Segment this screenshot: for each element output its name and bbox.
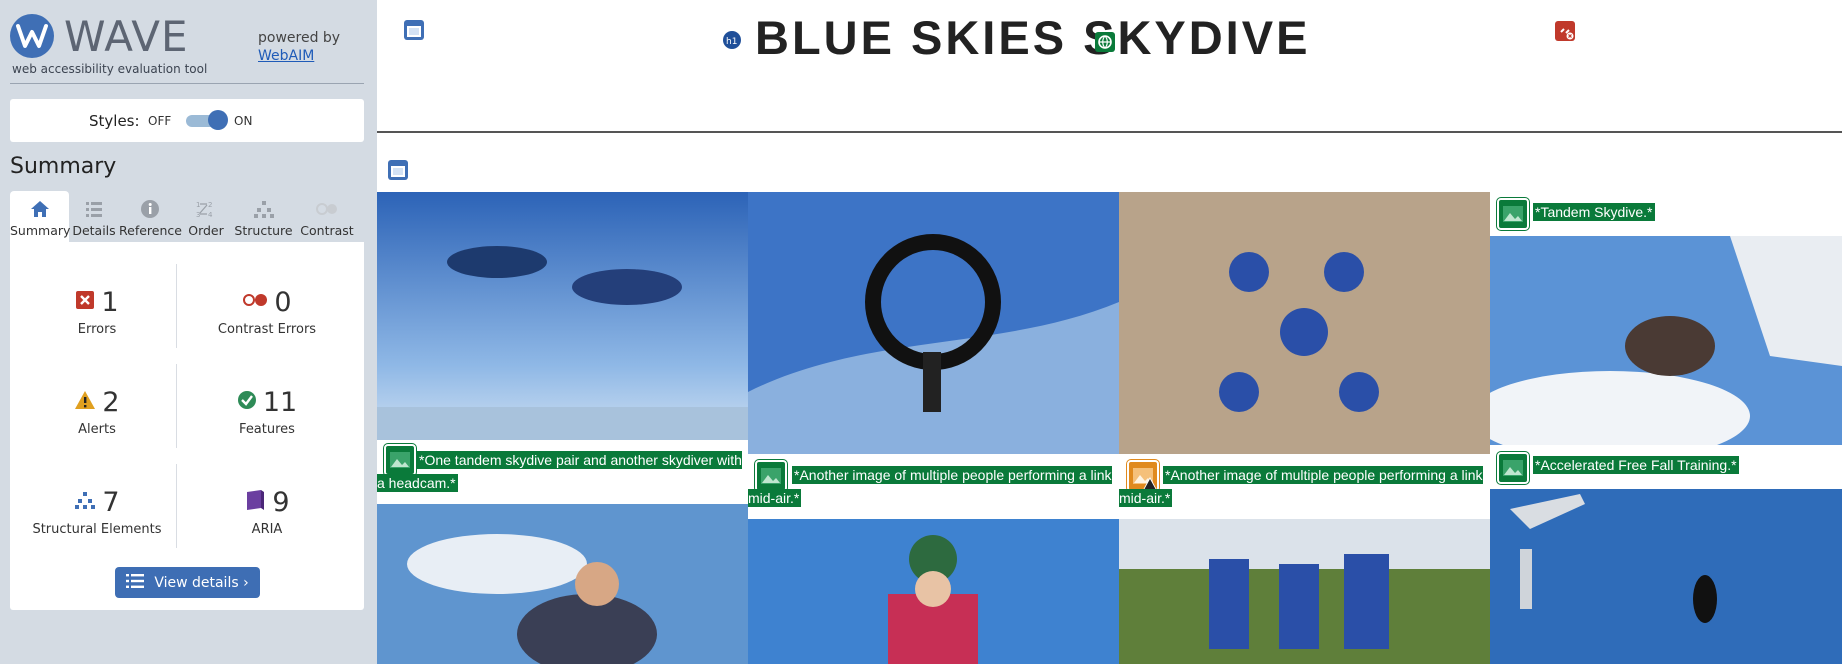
tab-reference[interactable]: Reference [119, 191, 182, 242]
header-divider [377, 131, 1842, 133]
tab-label: Order [188, 223, 224, 238]
info-icon [139, 199, 161, 219]
home-icon [29, 199, 51, 219]
contrast-icon [316, 199, 338, 219]
tab-summary[interactable]: Summary [10, 191, 71, 242]
main-region-icon[interactable] [388, 160, 408, 180]
svg-text:4: 4 [208, 211, 213, 219]
stat-alerts[interactable]: 2 Alerts [17, 384, 177, 437]
photo-freefall-plane [1490, 489, 1842, 664]
wave-logo-text: WAVE [64, 12, 189, 61]
webaim-link[interactable]: WebAIM [258, 48, 314, 64]
photo-formation-desert [1119, 192, 1490, 454]
aria-icon [244, 489, 266, 515]
styles-off-label: OFF [148, 114, 172, 128]
errors-count: 1 [101, 286, 119, 318]
photo-tandem-cheer [377, 504, 748, 664]
summary-panel: 1 Errors 0 Contrast Errors 2 Alerts 11 F… [10, 242, 364, 610]
structure-icon [253, 199, 275, 219]
image-alt-caption: *Accelerated Free Fall Training.* [1533, 454, 1739, 477]
summary-heading: Summary [10, 154, 117, 179]
tab-contrast[interactable]: Contrast [296, 191, 358, 242]
list-icon [83, 199, 105, 219]
view-details-button[interactable]: View details › [115, 567, 260, 598]
tab-structure[interactable]: Structure [231, 191, 296, 242]
wave-sidebar: WAVE web accessibility evaluation tool p… [0, 0, 377, 664]
image-alt-caption: *Tandem Skydive.* [1533, 201, 1655, 224]
image-alt-caption: *Another image of multiple people perfor… [1119, 464, 1490, 510]
aria-count: 9 [272, 486, 290, 518]
photo-formation-sky [748, 192, 1119, 454]
caption-text: *Another image of multiple people perfor… [748, 466, 1112, 507]
photo-tandem-pair [377, 192, 748, 440]
contrast-errors-label: Contrast Errors [217, 322, 317, 337]
image-alt-icon[interactable] [1497, 198, 1529, 230]
divider [176, 464, 177, 548]
photo-tandem-plane-exit [1490, 236, 1842, 445]
photo-tandem-smile [748, 519, 1119, 664]
divider [176, 264, 177, 348]
svg-text:2: 2 [208, 201, 212, 209]
caption-text: *One tandem skydive pair and another sky… [377, 451, 742, 492]
error-icon [75, 290, 95, 314]
styles-on-label: ON [234, 114, 253, 128]
caption-text: *Tandem Skydive.* [1533, 203, 1655, 221]
wave-logo-icon [10, 14, 54, 58]
tab-order[interactable]: 1234 Order [181, 191, 231, 242]
stat-aria[interactable]: 9 ARIA [187, 484, 347, 537]
list-icon [126, 573, 145, 592]
wave-tabs: Summary Details Reference 1234 Order Str… [10, 191, 364, 242]
error-link-icon[interactable] [1555, 21, 1575, 41]
stat-contrast-errors[interactable]: 0 Contrast Errors [187, 284, 347, 338]
errors-label: Errors [77, 322, 117, 337]
structure-icon [74, 490, 96, 514]
image-alt-caption: *Another image of multiple people perfor… [748, 464, 1119, 510]
header-region-icon[interactable] [404, 20, 424, 40]
tab-label: Structure [234, 223, 293, 238]
caption-text: *Accelerated Free Fall Training.* [1533, 456, 1739, 474]
tab-details[interactable]: Details [69, 191, 119, 242]
feature-check-icon [237, 390, 257, 414]
structural-elements-count: 7 [102, 486, 120, 518]
wave-tagline: web accessibility evaluation tool [12, 62, 208, 76]
styles-toggle-knob[interactable] [208, 110, 228, 130]
tab-label: Details [72, 223, 116, 238]
svg-text:1: 1 [196, 201, 200, 209]
svg-text:h1: h1 [726, 37, 737, 47]
heading-h1-icon[interactable]: h1 [723, 31, 741, 49]
structural-elements-label: Structural Elements [32, 522, 162, 537]
site-title: BLUE SKIES SKYDIVE [755, 11, 1311, 64]
stat-structural-elements[interactable]: 7 Structural Elements [17, 484, 177, 538]
caption-text: *Another image of multiple people perfor… [1119, 466, 1483, 507]
language-icon[interactable] [1095, 32, 1115, 52]
image-alt-caption: *One tandem skydive pair and another sky… [377, 449, 748, 495]
svg-text:3: 3 [196, 211, 200, 219]
contrast-error-icon [242, 292, 268, 312]
view-details-label: View details › [154, 574, 249, 591]
divider [176, 364, 177, 448]
alerts-count: 2 [102, 386, 120, 418]
powered-by-label: powered by [258, 30, 341, 46]
stat-features[interactable]: 11 Features [187, 384, 347, 437]
stat-errors[interactable]: 1 Errors [17, 284, 177, 337]
styles-toggle-box: Styles: OFF ON [10, 99, 364, 142]
order-icon: 1234 [195, 199, 217, 219]
features-label: Features [239, 422, 295, 437]
styles-label: Styles: [89, 112, 140, 130]
evaluated-page: h1 BLUE SKIES SKYDIVE *One tandem skydiv… [377, 0, 1842, 664]
divider [10, 83, 364, 84]
photo-group-field [1119, 519, 1490, 664]
aria-label: ARIA [251, 522, 283, 537]
alert-icon [74, 390, 96, 414]
tab-label: Contrast [300, 223, 354, 238]
alerts-label: Alerts [78, 422, 116, 437]
tab-label: Summary [10, 223, 71, 238]
image-alt-icon[interactable] [1497, 452, 1529, 484]
tab-label: Reference [119, 223, 182, 238]
features-count: 11 [262, 386, 298, 418]
contrast-errors-count: 0 [274, 286, 292, 318]
